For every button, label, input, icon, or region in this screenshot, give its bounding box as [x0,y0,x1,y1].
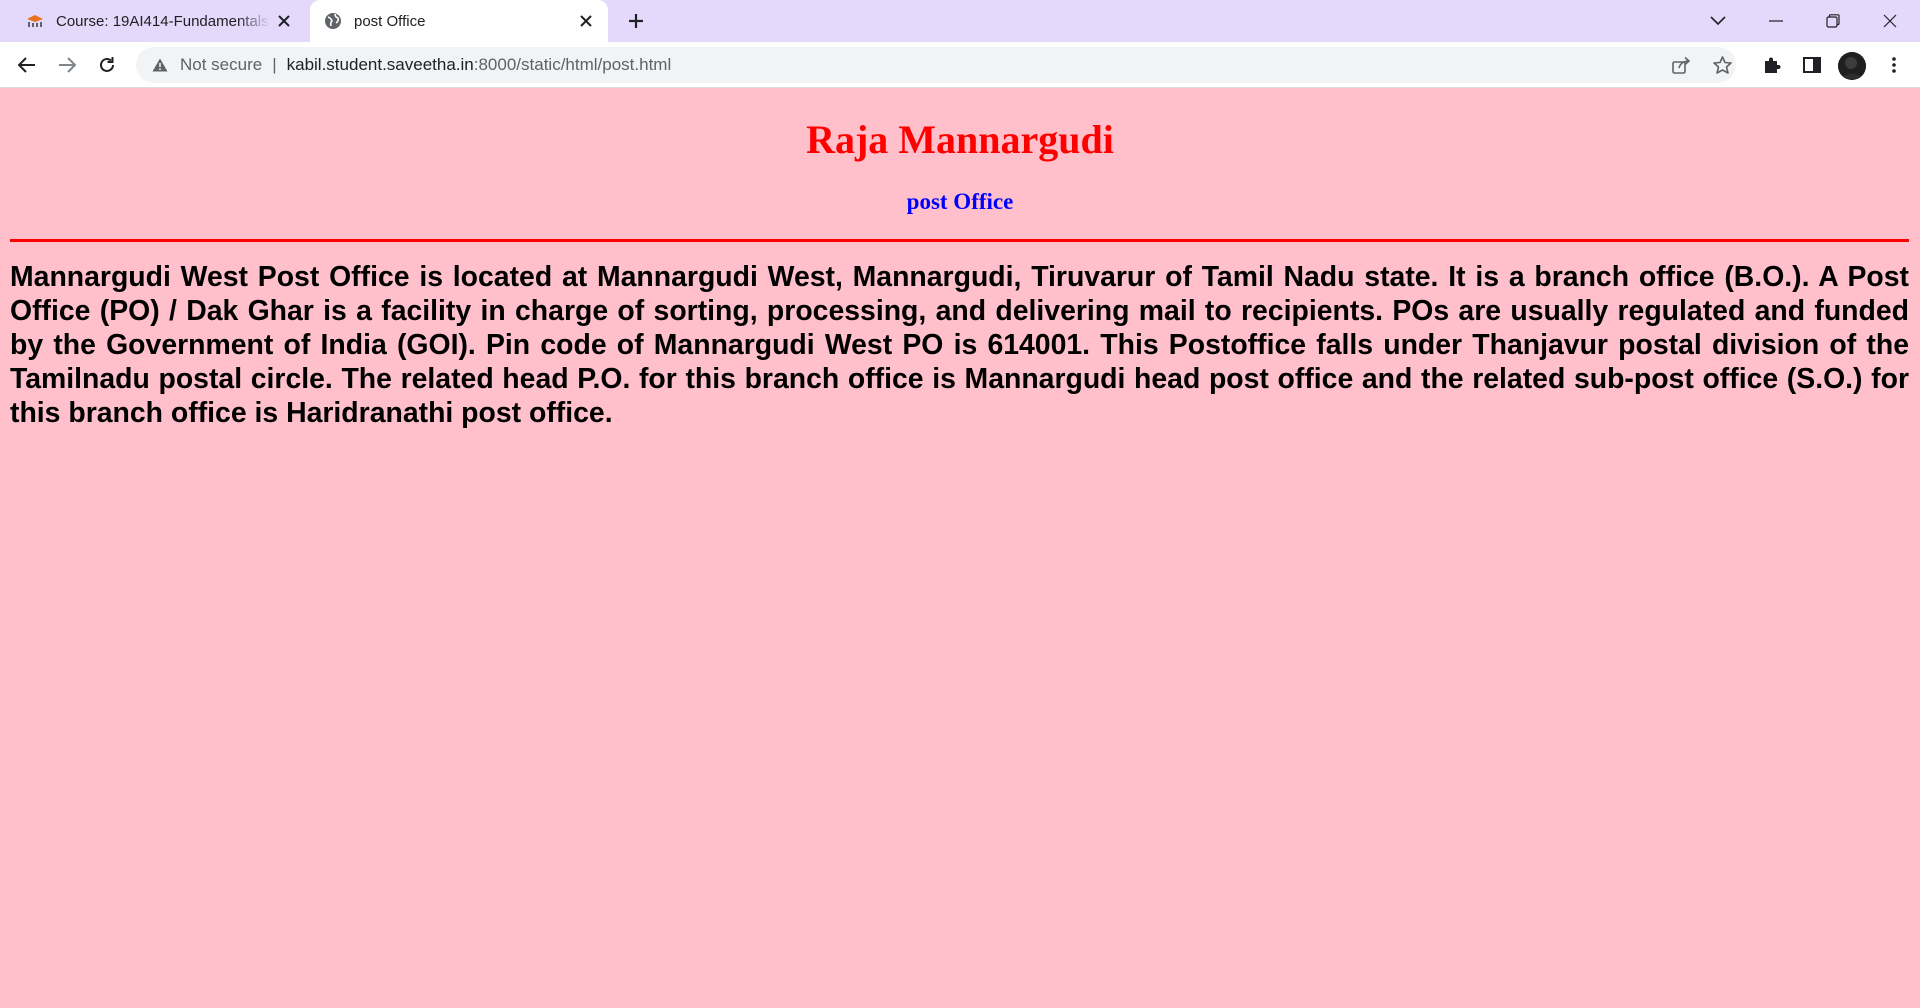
warning-icon[interactable] [150,55,170,75]
profile-avatar[interactable] [1838,52,1866,80]
address-bar[interactable]: Not secure | kabil.student.saveetha.in:8… [136,47,1736,83]
url-host[interactable]: kabil.student.saveetha.in [287,55,474,75]
page-title: Raja Mannargudi [806,117,1114,162]
minimize-button[interactable] [1748,0,1804,42]
side-panel-icon [1803,57,1821,73]
security-label[interactable]: Not secure [180,55,262,75]
tab-title: Course: 19AI414-Fundamentals of Web Appl… [56,12,270,30]
moodle-icon [26,12,44,30]
minimize-icon [1769,20,1783,22]
horizontal-rule [10,239,1909,242]
tab-course[interactable]: Course: 19AI414-Fundamentals of Web Appl… [14,0,306,42]
browser-toolbar: Not secure | kabil.student.saveetha.in:8… [0,42,1920,88]
new-tab-button[interactable] [620,7,652,35]
address-separator: | [272,55,277,74]
bookmark-star-icon[interactable] [1708,51,1736,79]
puzzle-icon [1765,57,1781,73]
back-button[interactable] [9,47,45,83]
plus-icon [629,14,643,28]
menu-button[interactable] [1876,47,1912,83]
globe-icon [324,12,342,30]
url-path[interactable]: :8000/static/html/post.html [474,55,671,75]
chevron-down-icon [1710,16,1726,26]
tab-title: post Office [354,12,426,30]
browser-tab-strip: Course: 19AI414-Fundamentals of Web Appl… [0,0,1920,42]
close-tab-icon[interactable] [572,7,600,35]
tab-post-office[interactable]: post Office [310,0,608,42]
extensions-button[interactable] [1754,47,1790,83]
arrow-right-icon [59,57,76,73]
close-icon [1883,14,1897,28]
post-office-description: Mannargudi West Post Office is located a… [10,261,1909,429]
reload-button[interactable] [89,47,125,83]
side-panel-button[interactable] [1794,47,1830,83]
close-window-button[interactable] [1862,0,1918,42]
close-tab-icon[interactable] [270,7,298,35]
kebab-menu-icon [1892,57,1896,73]
restore-button[interactable] [1805,0,1861,42]
forward-button[interactable] [49,47,85,83]
reload-icon [100,57,114,72]
tab-search-button[interactable] [1690,0,1746,42]
restore-icon [1826,14,1840,28]
page-content: Raja Mannargudi post Office Mannargudi W… [0,88,1920,1008]
page-subtitle: post Office [906,189,1014,214]
arrow-left-icon [18,57,35,73]
share-icon[interactable] [1668,51,1696,79]
